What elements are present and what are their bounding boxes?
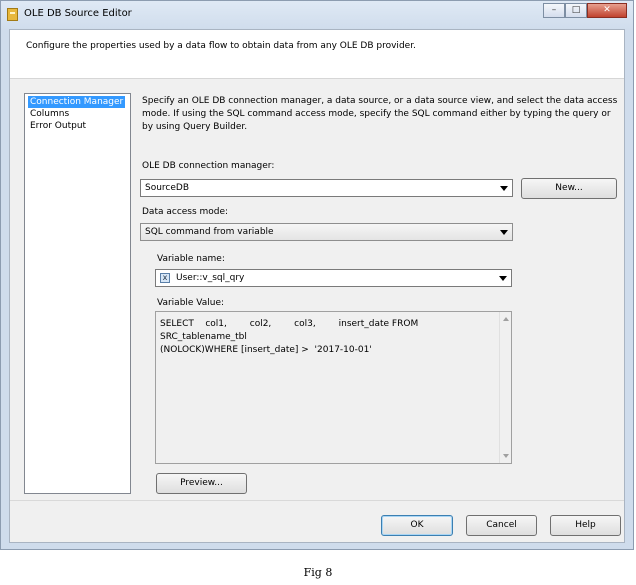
title-bar[interactable]: OLE DB Source Editor – □ ✕ [1,1,633,29]
new-connection-button[interactable]: New... [521,178,617,199]
close-button[interactable]: ✕ [587,3,627,18]
maximize-button[interactable]: □ [565,3,587,18]
chevron-down-icon [500,186,508,191]
variable-value-text: SELECT col1, col2, col3, insert_date FRO… [160,319,419,355]
cancel-button[interactable]: Cancel [466,515,537,536]
dialog-client-area: Configure the properties used by a data … [9,29,625,543]
chevron-down-icon [499,276,507,281]
ssis-component-icon [7,8,18,21]
variable-value-label: Variable Value: [157,298,225,308]
data-access-mode-dropdown[interactable]: SQL command from variable [140,223,513,241]
page-navigation-list: Connection Manager Columns Error Output [24,93,131,494]
nav-item-columns[interactable]: Columns [28,108,71,120]
variable-value-textarea[interactable]: SELECT col1, col2, col3, insert_date FRO… [155,311,512,464]
dialog-window: OLE DB Source Editor – □ ✕ Configure the… [0,0,634,550]
chevron-down-icon [500,230,508,235]
window-title: OLE DB Source Editor [24,8,132,19]
connection-manager-dropdown[interactable]: SourceDB [140,179,513,197]
minimize-button[interactable]: – [543,3,565,18]
page-description: Specify an OLE DB connection manager, a … [142,96,618,132]
data-access-mode-value: SQL command from variable [145,227,274,237]
textarea-scrollbar[interactable] [499,312,511,463]
preview-button[interactable]: Preview... [156,473,247,494]
connection-manager-label: OLE DB connection manager: [142,161,275,171]
ok-button[interactable]: OK [381,515,453,536]
scroll-up-icon[interactable] [503,317,509,321]
scroll-down-icon[interactable] [503,454,509,458]
footer-divider [10,500,624,501]
header-band: Configure the properties used by a data … [10,30,624,79]
connection-manager-value: SourceDB [145,183,190,193]
variable-name-label: Variable name: [157,254,225,264]
variable-name-dropdown[interactable]: x User::v_sql_qry [155,269,512,287]
variable-name-value: User::v_sql_qry [176,273,245,283]
nav-item-connection-manager[interactable]: Connection Manager [28,96,126,108]
figure-caption: Fig 8 [303,566,333,579]
data-access-mode-label: Data access mode: [142,207,229,217]
header-description: Configure the properties used by a data … [26,41,416,51]
nav-item-error-output[interactable]: Error Output [28,120,88,132]
help-button[interactable]: Help [550,515,621,536]
window-controls: – □ ✕ [543,3,627,18]
variable-icon: x [160,273,170,283]
